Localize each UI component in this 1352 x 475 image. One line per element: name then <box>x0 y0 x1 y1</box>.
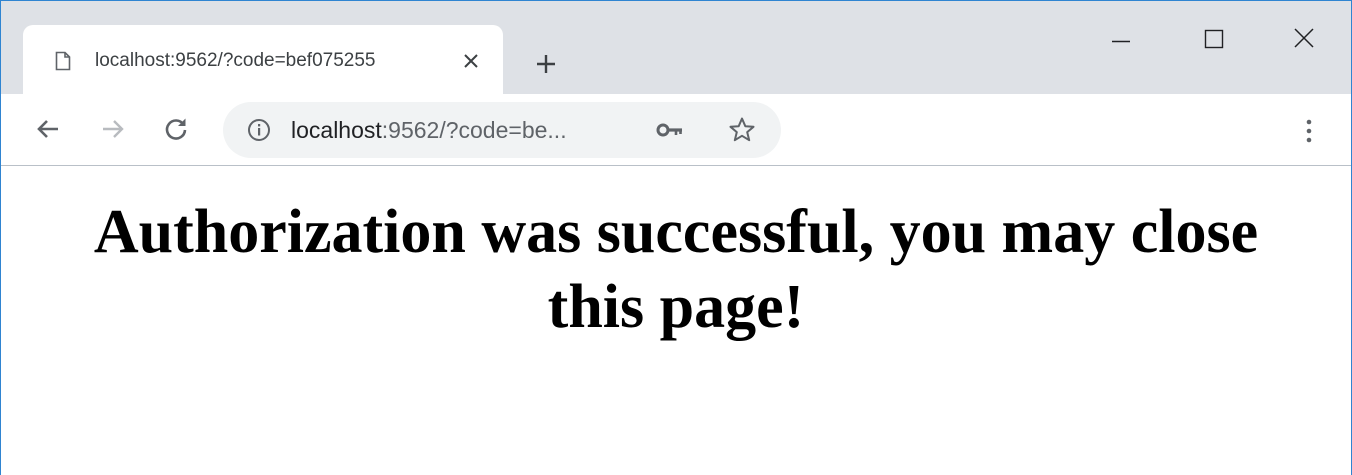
window-close-icon[interactable] <box>1284 21 1324 61</box>
key-icon[interactable] <box>655 116 685 144</box>
browser-window: localhost:9562/?code=bef075255 localhost… <box>0 0 1352 475</box>
back-arrow-icon[interactable] <box>33 114 63 144</box>
maximize-icon[interactable] <box>1194 21 1234 61</box>
bookmark-star-icon[interactable] <box>727 115 757 145</box>
kebab-menu-icon[interactable] <box>1297 116 1321 146</box>
new-tab-plus-icon[interactable] <box>531 49 561 79</box>
url-path: :9562/?code=be... <box>381 117 567 143</box>
page-icon <box>55 51 71 71</box>
active-tab[interactable]: localhost:9562/?code=bef075255 <box>23 25 503 94</box>
tab-close-icon[interactable] <box>459 49 483 73</box>
tab-title: localhost:9562/?code=bef075255 <box>95 50 376 71</box>
minimize-icon[interactable] <box>1101 21 1141 61</box>
browser-toolbar: localhost:9562/?code=be... <box>1 94 1351 166</box>
tab-strip: localhost:9562/?code=bef075255 <box>1 1 1351 94</box>
reload-icon[interactable] <box>161 114 191 144</box>
forward-arrow-icon[interactable] <box>98 114 128 144</box>
address-bar[interactable]: localhost:9562/?code=be... <box>223 102 781 158</box>
info-icon[interactable] <box>245 116 273 144</box>
url-host: localhost <box>291 117 382 143</box>
page-heading: Authorization was successful, you may cl… <box>93 198 1259 341</box>
page-content: Authorization was successful, you may cl… <box>1 167 1351 475</box>
url-text[interactable]: localhost:9562/?code=be... <box>291 116 567 144</box>
